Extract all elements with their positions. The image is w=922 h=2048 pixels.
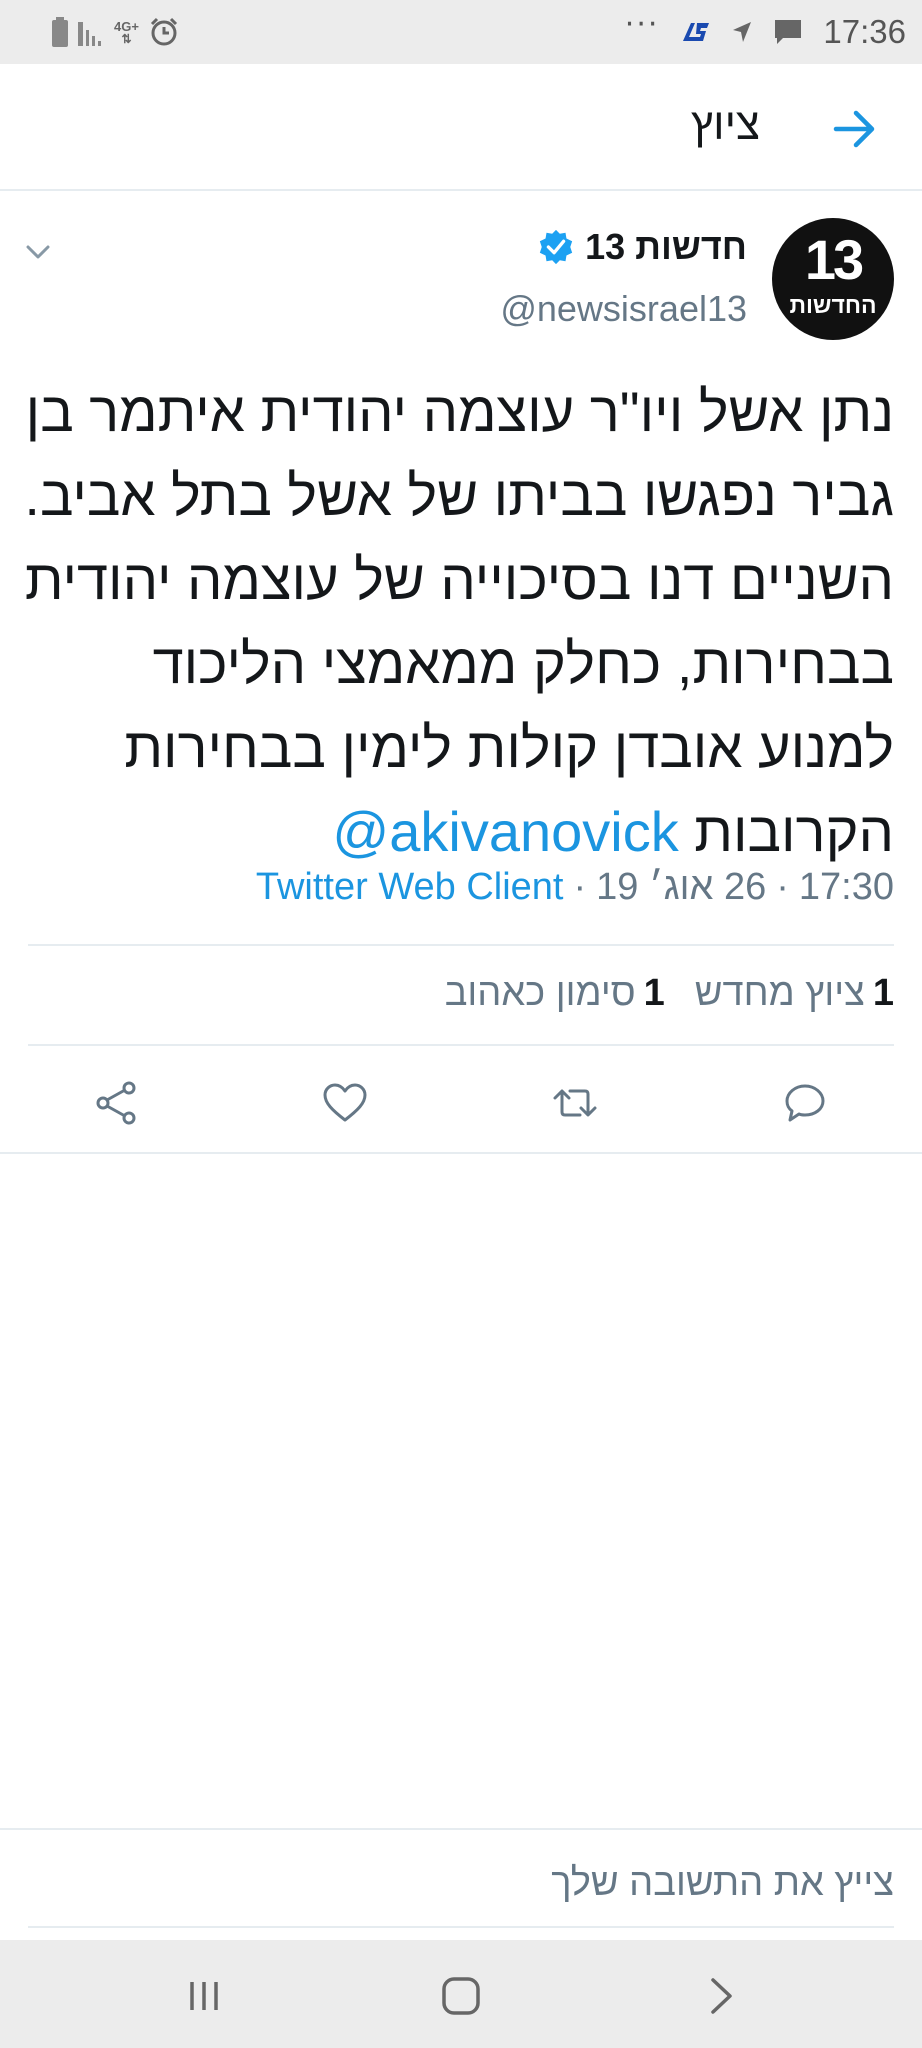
verified-badge-icon bbox=[539, 229, 573, 265]
likes-count: 1 bbox=[643, 972, 665, 1014]
status-right: ··· 17:36 bbox=[624, 7, 906, 52]
meta-separator: · bbox=[573, 866, 587, 908]
message-icon bbox=[775, 20, 802, 44]
status-left: 4G+ ⇅ bbox=[52, 14, 179, 50]
client-link[interactable]: Twitter Web Client bbox=[256, 866, 564, 909]
status-bar: 4G+ ⇅ ··· 17:36 bbox=[0, 0, 922, 64]
alarm-icon bbox=[150, 17, 177, 46]
retweets-count: 1 bbox=[872, 972, 894, 1014]
tweet-time: 17:30 bbox=[798, 866, 894, 908]
system-nav-bar bbox=[0, 1940, 922, 2048]
author-name[interactable]: חדשות 13 bbox=[585, 226, 747, 268]
retweets-stat[interactable]: 1ציוץ מחדש bbox=[695, 972, 894, 1015]
signal-icon bbox=[78, 22, 101, 46]
author-handle[interactable]: @newsisrael13 bbox=[500, 288, 747, 330]
avatar-number: 13 bbox=[804, 228, 864, 291]
tweet-date: 26 אוג׳ 19 bbox=[596, 866, 767, 908]
back-chevron-icon[interactable] bbox=[698, 1974, 742, 2018]
arrow-right-icon[interactable] bbox=[830, 104, 880, 154]
tweet-text: נתן אשל ויו"ר עוצמה יהודית איתמר בן גביר… bbox=[24, 370, 894, 874]
tweet-stats: 1ציוץ מחדש 1סימון כאהוב bbox=[445, 972, 894, 1015]
app-logo-icon bbox=[683, 23, 710, 41]
heart-icon[interactable] bbox=[320, 1078, 370, 1128]
retweet-icon[interactable] bbox=[550, 1078, 600, 1128]
top-header: ציוץ bbox=[0, 64, 922, 191]
page-title: ציוץ bbox=[690, 100, 760, 149]
likes-label: סימון כאהוב bbox=[444, 972, 636, 1014]
mention-link[interactable]: @akivanovick bbox=[332, 800, 678, 863]
more-dots: ··· bbox=[624, 7, 660, 42]
retweets-label: ציוץ מחדש bbox=[694, 972, 865, 1014]
divider bbox=[0, 1152, 922, 1154]
battery-icon bbox=[52, 17, 68, 47]
recent-apps-icon[interactable] bbox=[182, 1974, 226, 2018]
reply-icon[interactable] bbox=[780, 1078, 830, 1128]
tweet-meta: 17:30 · 26 אוג׳ 19 · Twitter Web Client bbox=[256, 866, 894, 909]
author-line[interactable]: חדשות 13 bbox=[537, 226, 747, 268]
divider bbox=[28, 1044, 894, 1046]
divider bbox=[28, 944, 894, 946]
location-icon bbox=[733, 22, 752, 42]
share-icon[interactable] bbox=[92, 1078, 142, 1128]
tweet-body: נתן אשל ויו"ר עוצמה יהודית איתמר בן גביר… bbox=[24, 380, 894, 863]
avatar-word: החדשות bbox=[789, 292, 877, 318]
network-indicator: 4G+ ⇅ bbox=[114, 18, 139, 46]
clock: 17:36 bbox=[823, 13, 906, 50]
likes-stat[interactable]: 1סימון כאהוב bbox=[445, 972, 665, 1015]
reply-input[interactable]: צייץ את התשובה שלך bbox=[551, 1862, 894, 1905]
chevron-down-icon[interactable] bbox=[24, 238, 52, 266]
avatar[interactable]: 13 החדשות bbox=[772, 218, 894, 340]
action-bar bbox=[0, 1060, 922, 1150]
divider bbox=[28, 1926, 894, 1928]
home-icon[interactable] bbox=[439, 1974, 483, 2018]
meta-separator: · bbox=[776, 866, 789, 908]
divider bbox=[0, 1828, 922, 1830]
